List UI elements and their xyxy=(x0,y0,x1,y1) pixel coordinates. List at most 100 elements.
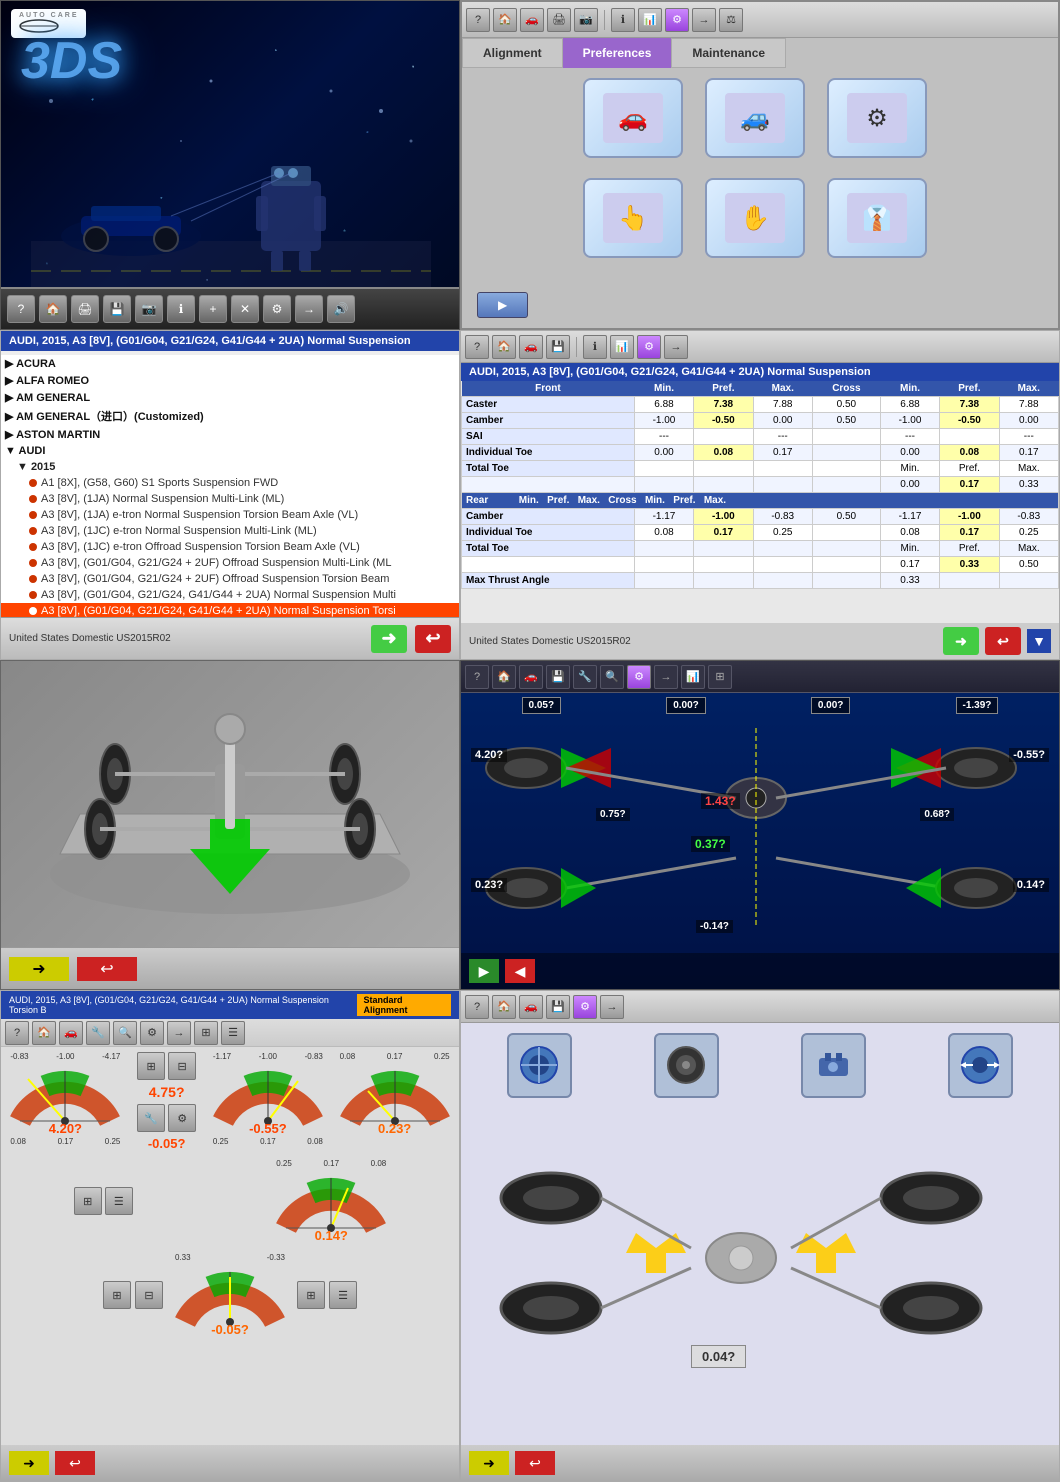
gauge-br2[interactable]: ☰ xyxy=(329,1281,357,1309)
home-icon[interactable]: 🏠 xyxy=(493,8,517,32)
next-button[interactable]: → xyxy=(295,295,323,323)
stats-icon[interactable]: 📊 xyxy=(638,8,662,32)
spec-forward-icon[interactable]: → xyxy=(664,335,688,359)
make-amgeneral-import[interactable]: ▶ AM GENERAL（进口）(Customized) xyxy=(1,406,459,426)
gauge-home-icon[interactable]: 🏠 xyxy=(32,1021,56,1045)
model-a3-1ja-ml[interactable]: A3 [8V], (1JA) Normal Suspension Multi-L… xyxy=(1,491,459,507)
ctrl-icon3[interactable]: 🔧 xyxy=(137,1104,165,1132)
gauge-ctrl6[interactable]: ☰ xyxy=(105,1187,133,1215)
add-button[interactable]: + xyxy=(199,295,227,323)
equip-home-icon[interactable]: 🏠 xyxy=(492,995,516,1019)
vehicle-setup-btn[interactable]: 🚗 xyxy=(583,78,683,158)
gauge-next-btn[interactable]: ➜ xyxy=(9,1451,49,1475)
live-next-btn[interactable]: ▶ xyxy=(469,959,499,983)
scroll-down-icon[interactable]: ▼ xyxy=(1027,629,1051,653)
gauge-tool-icon[interactable]: 🔧 xyxy=(86,1021,110,1045)
gauge-list-icon[interactable]: ☰ xyxy=(221,1021,245,1045)
gauge-car-icon[interactable]: 🚗 xyxy=(59,1021,83,1045)
equip-save-icon[interactable]: 💾 xyxy=(546,995,570,1019)
year-2015[interactable]: ▼ 2015 xyxy=(1,459,459,475)
equip-icon-1[interactable] xyxy=(507,1033,572,1098)
info-button[interactable]: ℹ xyxy=(167,295,195,323)
live-home-icon[interactable]: 🏠 xyxy=(492,665,516,689)
gauge-br1[interactable]: ⊞ xyxy=(297,1281,325,1309)
wheel-config-btn[interactable]: ⚙ xyxy=(827,78,927,158)
model-a1[interactable]: A1 [8X], (G58, G60) S1 Sports Suspension… xyxy=(1,475,459,491)
hand-config-btn[interactable]: ✋ xyxy=(705,178,805,258)
equip-icon-2[interactable] xyxy=(654,1033,719,1098)
model-a3-g01-offroad-ml[interactable]: A3 [8V], (G01/G04, G21/G24 + 2UF) Offroa… xyxy=(1,555,459,571)
make-alfa[interactable]: ▶ ALFA ROMEO xyxy=(1,372,459,389)
live-gear-icon[interactable]: ⚙ xyxy=(627,665,651,689)
audio-button[interactable]: 🔊 xyxy=(327,295,355,323)
equip-forward-icon[interactable]: → xyxy=(600,995,624,1019)
print-button[interactable]: 🖨 xyxy=(71,295,99,323)
live-car-icon[interactable]: 🚗 xyxy=(519,665,543,689)
tab-maintenance[interactable]: Maintenance xyxy=(671,38,786,68)
close-button[interactable]: ✕ xyxy=(231,295,259,323)
equip-gear-icon[interactable]: ⚙ xyxy=(573,995,597,1019)
spec-home-icon[interactable]: 🏠 xyxy=(492,335,516,359)
camera2-icon[interactable]: 📷 xyxy=(574,8,598,32)
next-nav-btn[interactable]: ➜ xyxy=(371,625,407,653)
prefs-forward-btn[interactable]: ▶ xyxy=(477,292,528,318)
home-button[interactable]: 🏠 xyxy=(39,295,67,323)
gauge-zoom-icon[interactable]: 🔍 xyxy=(113,1021,137,1045)
camera-button[interactable]: 📷 xyxy=(135,295,163,323)
live-help-icon[interactable]: ? xyxy=(465,665,489,689)
equip-icon-4[interactable] xyxy=(948,1033,1013,1098)
ctrl-icon2[interactable]: ⊟ xyxy=(168,1052,196,1080)
gauge-grid-icon[interactable]: ⊞ xyxy=(194,1021,218,1045)
help-icon[interactable]: ? xyxy=(466,8,490,32)
live-tool-icon[interactable]: 🔧 xyxy=(573,665,597,689)
spec-stats-icon[interactable]: 📊 xyxy=(610,335,634,359)
gauge-ctrl5[interactable]: ⊞ xyxy=(74,1187,102,1215)
back-nav-btn[interactable]: ↩ xyxy=(415,625,451,653)
gauge-back-btn[interactable]: ↩ xyxy=(55,1451,95,1475)
live-chart-icon[interactable]: 📊 xyxy=(681,665,705,689)
user-profile-btn[interactable]: 👔 xyxy=(827,178,927,258)
ctrl-icon4[interactable]: ⚙ xyxy=(168,1104,196,1132)
print-icon[interactable]: 🖨 xyxy=(547,8,571,32)
equip-icon-3[interactable] xyxy=(801,1033,866,1098)
live-back-btn[interactable]: ◀ xyxy=(505,959,535,983)
specs-back-btn[interactable]: ↩ xyxy=(985,627,1021,655)
save-button[interactable]: 💾 xyxy=(103,295,131,323)
make-aston[interactable]: ▶ ASTON MARTIN xyxy=(1,426,459,443)
model-a3-1jc-offroad-vl[interactable]: A3 [8V], (1JC) e-tron Offroad Suspension… xyxy=(1,539,459,555)
info2-icon[interactable]: ℹ xyxy=(611,8,635,32)
car-icon[interactable]: 🚗 xyxy=(520,8,544,32)
model-a3-1jc-ml[interactable]: A3 [8V], (1JC) e-tron Normal Suspension … xyxy=(1,523,459,539)
gauge-bl2[interactable]: ⊟ xyxy=(135,1281,163,1309)
spec-help-icon[interactable]: ? xyxy=(465,335,489,359)
specs-next-btn[interactable]: ➜ xyxy=(943,627,979,655)
spec-save-icon[interactable]: 💾 xyxy=(546,335,570,359)
equip-help-icon[interactable]: ? xyxy=(465,995,489,1019)
make-acura[interactable]: ▶ ACURA xyxy=(1,355,459,372)
vehicle-list[interactable]: ▶ ACURA ▶ ALFA ROMEO ▶ AM GENERAL ▶ AM G… xyxy=(1,355,459,623)
live-forward-icon[interactable]: → xyxy=(654,665,678,689)
spec-car-icon[interactable]: 🚗 xyxy=(519,335,543,359)
gauge-forward-icon[interactable]: → xyxy=(167,1021,191,1045)
model-a3-1ja-vl[interactable]: A3 [8V], (1JA) e-tron Normal Suspension … xyxy=(1,507,459,523)
model-a3-g01-normal-ml[interactable]: A3 [8V], (G01/G04, G21/G24, G41/G44 + 2U… xyxy=(1,587,459,603)
3d-next-icon[interactable]: ➜ xyxy=(9,957,69,981)
gauge-gear-icon[interactable]: ⚙ xyxy=(140,1021,164,1045)
spec-gear-icon[interactable]: ⚙ xyxy=(637,335,661,359)
scale-icon[interactable]: ⚖ xyxy=(719,8,743,32)
make-audi[interactable]: ▼ AUDI xyxy=(1,443,459,459)
equip-back-btn[interactable]: ↩ xyxy=(515,1451,555,1475)
live-zoom-icon[interactable]: 🔍 xyxy=(600,665,624,689)
forward-icon[interactable]: → xyxy=(692,8,716,32)
gear2-icon[interactable]: ⚙ xyxy=(665,8,689,32)
spec-info-icon[interactable]: ℹ xyxy=(583,335,607,359)
gauge-bl1[interactable]: ⊞ xyxy=(103,1281,131,1309)
tab-alignment[interactable]: Alignment xyxy=(462,38,563,68)
tab-preferences[interactable]: Preferences xyxy=(563,38,672,68)
help-button[interactable]: ? xyxy=(7,295,35,323)
model-a3-g01-offroad-torsion[interactable]: A3 [8V], (G01/G04, G21/G24 + 2UF) Offroa… xyxy=(1,571,459,587)
equip-car-icon[interactable]: 🚗 xyxy=(519,995,543,1019)
print-settings-btn[interactable]: 🚙 xyxy=(705,78,805,158)
live-save-icon[interactable]: 💾 xyxy=(546,665,570,689)
make-amgeneral[interactable]: ▶ AM GENERAL xyxy=(1,389,459,406)
